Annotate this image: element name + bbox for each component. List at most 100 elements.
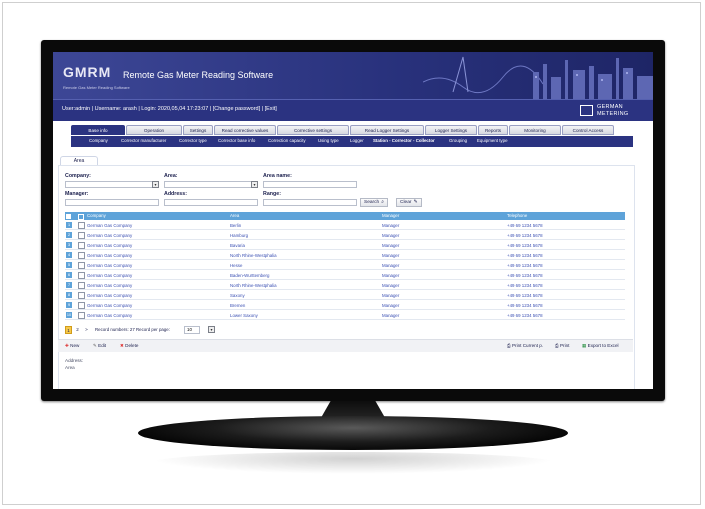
table-row[interactable]: 10 German Gas Company Lower Saxony Manager +… [65,310,625,320]
cell-area[interactable]: Baden-Wurttemberg [230,273,269,278]
table-row[interactable]: 1 German Gas Company Berlin Manager +49 69 1… [65,220,625,230]
row-checkbox[interactable] [78,252,85,259]
print-button[interactable]: ⎙ Print [552,342,572,351]
cell-manager[interactable]: Manager [382,283,399,288]
tab-settings[interactable]: Settings [183,125,213,135]
cell-area[interactable]: Bavaria [230,243,245,248]
cell-manager[interactable]: Manager [382,243,399,248]
cell-company[interactable]: German Gas Company [87,293,132,298]
tab-operation[interactable]: Operation [126,125,182,135]
export-excel-button[interactable]: ▦ Export to Excel [579,342,622,351]
edit-button[interactable]: ✎ Edit [90,342,109,351]
cell-telephone[interactable]: +49 69 1234 5678 [507,243,543,248]
address-input[interactable] [164,199,258,206]
cell-manager[interactable]: Manager [382,313,399,318]
clear-button[interactable]: Clear ✎ [396,198,422,207]
tab-control-access[interactable]: Control Access [562,125,614,135]
tab-corrective-settings[interactable]: Corrective settings [277,125,349,135]
cell-manager[interactable]: Manager [382,293,399,298]
page-2[interactable]: 2 [74,326,81,334]
cell-company[interactable]: German Gas Company [87,233,132,238]
cell-telephone[interactable]: +49 69 1234 5678 [507,293,543,298]
subnav-corrector-base-info[interactable]: Corrector base info [218,138,255,143]
row-checkbox[interactable] [78,282,85,289]
cell-area[interactable]: Hamburg [230,233,248,238]
row-checkbox[interactable] [78,262,85,269]
subnav-station-corrector-collector[interactable]: Station - Corrector - Collector [373,138,435,143]
row-checkbox[interactable] [78,272,85,279]
print-current-button[interactable]: ⎙ Print Current p. [504,342,546,351]
cell-telephone[interactable]: +49 69 1234 5678 [507,273,543,278]
subnav-logger[interactable]: Logger [350,138,364,143]
cell-company[interactable]: German Gas Company [87,253,132,258]
delete-button[interactable]: ✖ Delete [117,342,141,351]
cell-manager[interactable]: Manager [382,263,399,268]
row-checkbox[interactable] [78,232,85,239]
area-dropdown-icon[interactable]: ▾ [251,181,258,188]
subnav-using-type[interactable]: Using type [318,138,339,143]
tab-logger-settings[interactable]: Logger Settings [425,125,477,135]
table-row[interactable]: 7 German Gas Company North Rhine-Westphali… [65,280,625,290]
row-checkbox[interactable] [78,242,85,249]
cell-telephone[interactable]: +49 69 1234 5678 [507,283,543,288]
subnav-correction-capacity[interactable]: Correction capacity [268,138,306,143]
cell-company[interactable]: German Gas Company [87,223,132,228]
row-checkbox[interactable] [78,302,85,309]
cell-company[interactable]: German Gas Company [87,313,132,318]
per-page-select[interactable]: 10 ▾ [184,326,215,334]
per-page-dropdown-icon[interactable]: ▾ [208,326,215,333]
row-checkbox[interactable] [78,292,85,299]
page-1[interactable]: 1 [65,326,72,334]
manager-input[interactable] [65,199,159,206]
cell-manager[interactable]: Manager [382,223,399,228]
row-checkbox[interactable] [78,222,85,229]
table-row[interactable]: 5 German Gas Company Hesse Manager +49 69 12… [65,260,625,270]
area-name-input[interactable] [263,181,357,188]
table-row[interactable]: 6 German Gas Company Baden-Wurttemberg Mana… [65,270,625,280]
tab-base-info[interactable]: Base info [71,125,125,135]
company-select[interactable] [65,181,159,188]
cell-company[interactable]: German Gas Company [87,283,132,288]
column-company[interactable]: Company [87,213,106,218]
column-telephone[interactable]: Telephone [507,213,527,218]
cell-telephone[interactable]: +49 69 1234 5678 [507,303,543,308]
cell-area[interactable]: Saxony [230,293,245,298]
cell-company[interactable]: German Gas Company [87,263,132,268]
cell-company[interactable]: German Gas Company [87,243,132,248]
table-row[interactable]: 4 German Gas Company North Rhine-Westphali… [65,250,625,260]
subnav-grouping[interactable]: Grouping [449,138,467,143]
search-button[interactable]: Search ⌕ [360,198,389,207]
select-all-checkbox[interactable] [78,213,84,220]
range-input[interactable] [263,199,357,206]
table-row[interactable]: 3 German Gas Company Bavaria Manager +49 69 … [65,240,625,250]
row-checkbox[interactable] [78,312,85,319]
new-button[interactable]: ✚ New [62,342,82,351]
cell-area[interactable]: North Rhine-Westphalia [230,253,277,258]
cell-area[interactable]: Bremen [230,303,245,308]
subnav-corrector-type[interactable]: Corrector type [179,138,207,143]
tab-read-logger-settings[interactable]: Read Logger Settings [350,125,424,135]
cell-area[interactable]: Hesse [230,263,242,268]
cell-manager[interactable]: Manager [382,303,399,308]
tab-monitoring[interactable]: Monitoring [509,125,561,135]
table-row[interactable]: 2 German Gas Company Hamburg Manager +49 69 … [65,230,625,240]
area-select[interactable] [164,181,258,188]
cell-telephone[interactable]: +49 69 1234 5678 [507,233,543,238]
next-page-icon[interactable]: > [83,326,90,334]
tab-reports[interactable]: Reports [478,125,508,135]
cell-area[interactable]: North Rhine-Westphalia [230,283,277,288]
cell-company[interactable]: German Gas Company [87,303,132,308]
subnav-company[interactable]: Company [89,138,108,143]
cell-area[interactable]: Berlin [230,223,241,228]
company-dropdown-icon[interactable]: ▾ [152,181,159,188]
column-manager[interactable]: Manager [382,213,399,218]
table-row[interactable]: 9 German Gas Company Bremen Manager +49 69 1… [65,300,625,310]
cell-manager[interactable]: Manager [382,273,399,278]
subnav-corrector-manufacturer[interactable]: Corrector manufacturer [121,138,166,143]
table-row[interactable]: 8 German Gas Company Saxony Manager +49 69 1… [65,290,625,300]
cell-telephone[interactable]: +49 69 1234 5678 [507,223,543,228]
cell-area[interactable]: Lower Saxony [230,313,258,318]
cell-manager[interactable]: Manager [382,253,399,258]
tab-read-corrective-values[interactable]: Read corrective values [214,125,276,135]
cell-telephone[interactable]: +49 69 1234 5678 [507,253,543,258]
